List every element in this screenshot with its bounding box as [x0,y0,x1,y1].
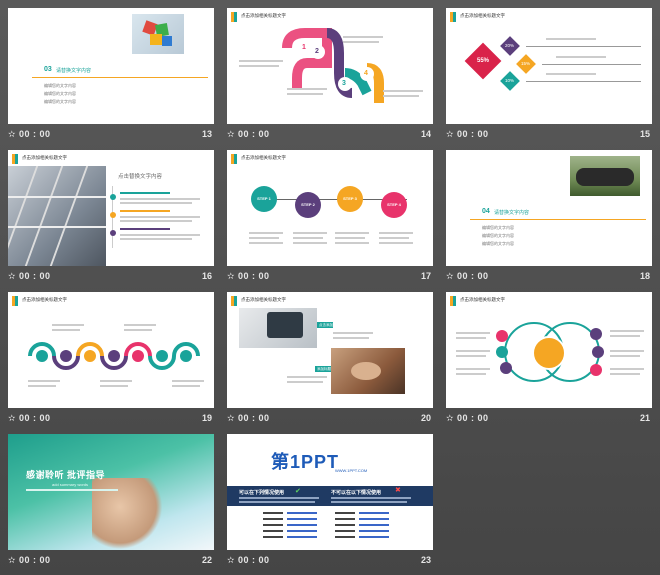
section-number: 03 [44,66,52,73]
node-3 [500,362,512,374]
node-6 [590,364,602,376]
slide-timing: 00 : 00 [457,413,489,423]
slide-20[interactable]: 点击添加相关标题文字 点击添加标题 添加标题 [227,292,433,408]
list-item: 编辑您的文字内容 [482,225,514,230]
slide-timing: 00 : 00 [457,129,489,139]
slide-14[interactable]: 点击添加相关标题文字 1 2 3 4 [227,8,433,124]
star-icon: ✫ [227,413,235,423]
slide-number: 18 [639,271,650,281]
star-icon: ✫ [446,129,454,139]
check-icon: ✔ [295,488,301,495]
slide-number: 14 [420,129,431,139]
slide-header: 点击添加相关标题文字 [460,13,505,18]
slide-timing: 00 : 00 [19,271,51,281]
step-label-4: STEP 4 [387,202,401,207]
section-number: 04 [482,208,490,215]
step-3: 3 [342,80,346,87]
slide-number: 20 [420,413,431,423]
star-icon: ✫ [446,413,454,423]
slide-17[interactable]: 点击添加相关标题文字 STEP 1 STEP 2 STEP 3 STEP 4 [227,150,433,266]
subtitle: 点击替换文字内容 [118,174,163,180]
label-2: 添加标题 [317,367,331,371]
slide-23[interactable]: 第1PPT WWW.1PPT.COM 可以在下列情况使用 ✔ 不可以在以下情况使… [227,434,433,550]
puzzle-image [132,14,184,54]
section-title: 请替换文字内容 [56,68,92,74]
cross-icon: ✖ [395,487,401,494]
slide-number: 17 [420,271,431,281]
step-label-2: STEP 2 [301,202,315,207]
right-heading: 不可以在以下情况使用 [331,490,382,496]
slide-header: 点击添加相关标题文字 [22,155,67,160]
slide-timing: 00 : 00 [19,555,51,565]
list-item: 编辑您的文字内容 [482,233,514,238]
slide-number: 23 [420,555,431,565]
label-1: 点击添加标题 [319,323,340,327]
star-icon: ✫ [8,271,16,281]
logo: 第1PPT [271,452,340,472]
slide-13[interactable]: 03 请替换文字内容 编辑您的文字内容 编辑您的文字内容 编辑您的文字内容 [8,8,214,124]
slide-18[interactable]: 04 请替换文字内容 编辑您的文字内容 编辑您的文字内容 编辑您的文字内容 [446,150,652,266]
slide-21[interactable]: 点击添加相关标题文字 [446,292,652,408]
slide-header: 点击添加相关标题文字 [241,155,286,160]
slide-16[interactable]: 点击添加相关标题文字 点击替换文字内容 [8,150,214,266]
step-label-1: STEP 1 [257,196,271,201]
node-4 [590,328,602,340]
team-photo [570,156,640,196]
slide-timing: 00 : 00 [457,271,489,281]
node-5 [592,346,604,358]
slide-timing: 00 : 00 [238,413,270,423]
star-icon: ✫ [227,271,235,281]
star-icon: ✫ [8,555,16,565]
node-1 [496,330,508,342]
slide-number: 15 [639,129,650,139]
thanks-subtitle: add summary words [52,482,89,487]
hands-photo [331,348,405,394]
slide-header: 点击添加相关标题文字 [241,297,286,302]
center-circle [532,336,566,370]
slide-timing: 00 : 00 [238,129,270,139]
slide-number: 21 [639,413,650,423]
slide-22[interactable]: 感谢聆听 批评指导 add summary words [8,434,214,550]
office-photo [239,308,317,348]
list-item: 编辑您的文字内容 [44,99,76,104]
thanks-title: 感谢聆听 批评指导 [26,470,106,480]
slide-15[interactable]: 点击添加相关标题文字 55% 20% 15% 10% [446,8,652,124]
slide-header: 点击添加相关标题文字 [460,297,505,302]
pct-10: 10% [505,78,515,83]
slide-number: 19 [201,413,212,423]
list-item: 编辑您的文字内容 [44,83,76,88]
slide-number: 16 [201,271,212,281]
star-icon: ✫ [227,129,235,139]
slide-timing: 00 : 00 [19,413,51,423]
step-2: 2 [315,48,319,55]
slide-timing: 00 : 00 [19,129,51,139]
pct-20: 20% [505,43,515,48]
step-4: 4 [364,70,368,77]
star-icon: ✫ [446,271,454,281]
slide-timing: 00 : 00 [238,271,270,281]
star-icon: ✫ [227,555,235,565]
slide-number: 22 [201,555,212,565]
left-heading: 可以在下列情况使用 [239,490,285,496]
node-2 [496,346,508,358]
divider [32,77,208,78]
pct-55: 55% [477,58,490,64]
slide-number: 13 [201,129,212,139]
slide-timing: 00 : 00 [238,555,270,565]
star-icon: ✫ [8,413,16,423]
pct-15: 15% [521,61,531,66]
step-1: 1 [302,44,306,51]
list-item: 编辑您的文字内容 [44,91,76,96]
section-title: 请替换文字内容 [494,210,530,216]
divider [470,219,646,220]
star-icon: ✫ [8,129,16,139]
slide-19[interactable]: 点击添加相关标题文字 [8,292,214,408]
building-photo [8,166,106,266]
wave-timeline [28,342,200,370]
list-item: 编辑您的文字内容 [482,241,514,246]
step-label-3: STEP 3 [343,196,357,201]
logo-url: WWW.1PPT.COM [335,468,368,473]
